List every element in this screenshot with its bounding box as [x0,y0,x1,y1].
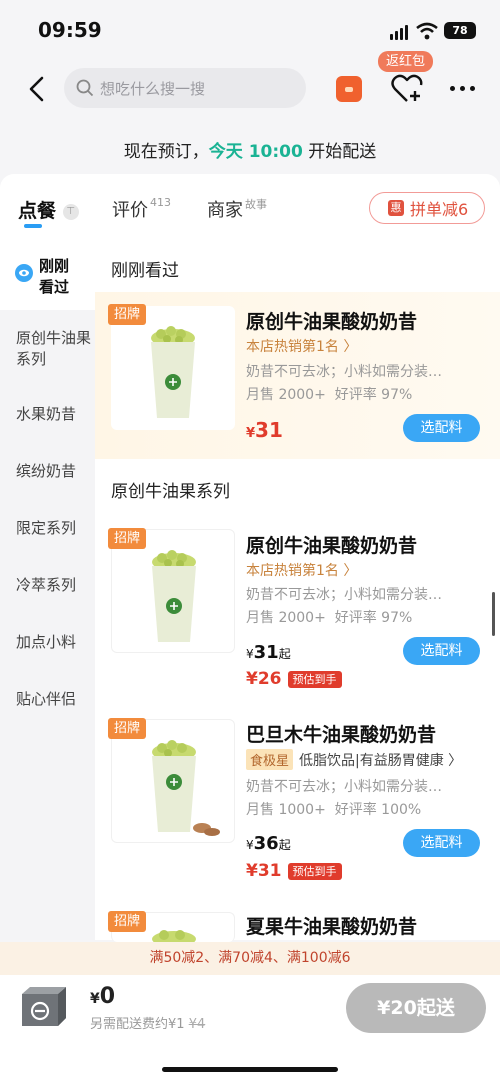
estimated-price-label: 预估到手 [287,670,342,688]
more-icon[interactable] [450,86,475,91]
tab-order-label: 点餐 [18,200,57,222]
estimated-price-value: ¥31 [246,861,282,881]
product-price: ¥31 [246,418,283,442]
wifi-icon [416,22,438,40]
red-packet-tip: 返红包 [378,51,434,72]
product-stats: 月售 1000+ 好评率 100% [246,799,421,819]
signature-badge: 招牌 [108,528,147,549]
price-suffix: 起 [278,647,291,661]
product-rank[interactable]: 本店热销第1名 〉 [246,336,357,356]
notice-time: 今天 10:00 [208,142,303,162]
notice-suffix: 开始配送 [302,142,377,162]
choose-options-button[interactable]: 选配料 [403,637,480,665]
product-name[interactable]: 夏果牛油果酸奶奶昔 [246,912,417,939]
choose-options-button[interactable]: 选配料 [403,829,480,857]
tab-order[interactable]: 点餐 ⊤ [18,196,79,223]
product-name[interactable]: 原创牛油果酸奶奶昔 [246,531,417,558]
signature-badge: 招牌 [108,304,147,325]
signature-badge: 招牌 [108,718,147,739]
sidebar-item-cold-brew[interactable]: 冷萃系列 [16,575,91,596]
estimated-price: ¥26 预估到手 [246,669,342,689]
estimated-price: ¥31 预估到手 [246,861,342,881]
sidebar-item-avocado-series[interactable]: 原创牛油果系列 [16,328,91,370]
tab-merchant-label: 商家 [207,200,243,221]
notice-prefix: 现在预订， [123,142,209,162]
cart-total-symbol: ¥ [90,991,100,1007]
estimated-price-label: 预估到手 [287,862,342,880]
product-name[interactable]: 巴旦木牛油果酸奶奶昔 [246,720,436,747]
price-value: 36 [253,833,279,854]
tab-reviews[interactable]: 评价 413 [112,196,171,222]
product-stats: 月售 2000+ 好评率 97% [246,607,412,627]
sidebar-item-colorful-shake[interactable]: 缤纷奶昔 [16,461,91,482]
tab-merchant[interactable]: 商家 故事 [207,196,267,222]
tab-active-indicator [24,224,42,228]
cart-total-value: 0 [99,984,116,1009]
battery-icon: 78 [444,22,476,39]
sidebar-item-limited[interactable]: 限定系列 [16,518,91,539]
pin-top-icon: ⊤ [62,203,79,220]
merchant-story-sup: 故事 [245,198,267,211]
checkout-button[interactable]: ¥20起送 [346,983,486,1033]
cart-total: ¥0 [90,984,115,1009]
price-symbol: ¥ [246,838,254,852]
eye-icon [15,264,33,282]
estimated-price-value: ¥26 [246,669,282,689]
back-icon[interactable] [28,76,46,102]
tab-reviews-label: 评价 [112,200,148,221]
sidebar-item-fruit-shake[interactable]: 水果奶昔 [16,404,91,425]
product-desc: 奶昔不可去冰；小料如需分装… [246,364,442,380]
health-tag[interactable]: 食极星 低脂饮品|有益肠胃健康 〉 [246,749,462,770]
sidebar-item-recent[interactable]: 刚刚看过 [39,256,79,298]
product-rating: 好评率 97% [334,387,413,403]
sidebar-item-toppings[interactable]: 加点小料 [16,632,91,653]
delivery-fee-original: ¥4 [188,1017,206,1032]
search-input[interactable]: 想吃什么搜一搜 [64,68,306,108]
signal-icon [390,24,408,40]
product-desc: 奶昔不可去冰；小料如需分装… [246,587,442,603]
price-suffix: 起 [278,838,291,852]
favorite-add-icon[interactable] [390,72,424,106]
choose-options-button[interactable]: 选配料 [403,414,480,442]
product-name[interactable]: 原创牛油果酸奶奶昔 [246,307,417,334]
discount-promo-bar: 满50减2、满70减4、满100减6 [0,942,500,975]
product-sales: 月售 2000+ [246,387,326,403]
group-order-promo-label: 拼单减6 [410,200,469,219]
scrollbar[interactable] [492,592,495,636]
product-price: ¥36起 [246,833,291,854]
sidebar-item-companions[interactable]: 贴心伴侣 [16,689,91,710]
product-sales: 月售 2000+ [246,610,326,626]
signature-badge: 招牌 [108,911,147,932]
status-time: 09:59 [38,18,102,42]
discount-badge: 惠 [388,200,404,216]
search-icon [76,79,94,97]
price-symbol: ¥ [246,426,256,441]
red-packet-icon[interactable] [336,76,362,102]
delivery-fee: 另需配送费约¥1 ¥4 [90,1013,205,1032]
section-series-title: 原创牛油果系列 [111,482,230,502]
product-rank[interactable]: 本店热销第1名 〉 [246,560,357,580]
health-tag-badge: 食极星 [246,749,294,770]
product-price: ¥31起 [246,642,291,663]
search-placeholder: 想吃什么搜一搜 [100,79,206,98]
group-order-promo-button[interactable]: 惠 拼单减6 [369,192,485,224]
product-rating: 好评率 97% [334,610,413,626]
section-recent-title: 刚刚看过 [111,261,179,281]
product-sales: 月售 1000+ [246,802,326,818]
product-desc: 奶昔不可去冰；小料如需分装… [246,779,442,795]
review-count: 413 [150,196,171,209]
delivery-fee-text: 另需配送费约¥1 [90,1017,185,1032]
home-indicator[interactable] [162,1067,338,1072]
price-value: 31 [253,642,279,663]
price-symbol: ¥ [246,647,254,661]
shopping-bag-icon[interactable] [18,984,70,1030]
product-stats: 月售 2000+ 好评率 97% [246,384,412,404]
delivery-notice: 现在预订，今天 10:00 开始配送 [0,132,500,174]
price-value: 31 [255,418,283,442]
product-rating: 好评率 100% [334,802,422,818]
health-tag-text: 低脂饮品|有益肠胃健康 〉 [299,752,463,769]
